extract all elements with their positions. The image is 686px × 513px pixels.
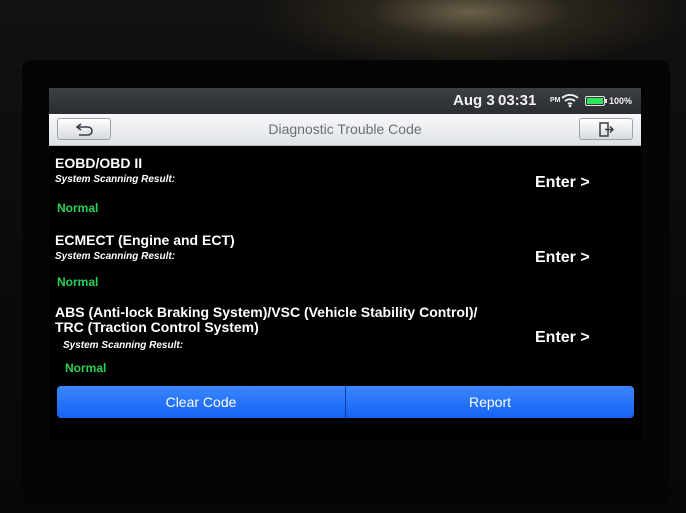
scan-status: Normal (57, 275, 99, 289)
system-name-line-1: ABS (Anti-lock Braking System)/VSC (Vehi… (55, 304, 478, 320)
result-row-abs: ABS (Anti-lock Braking System)/VSC (Vehi… (49, 292, 641, 386)
back-arrow-icon (75, 123, 93, 136)
scan-result-label: System Scanning Result: (55, 174, 176, 185)
system-name: ECMECT (Engine and ECT) (55, 232, 235, 248)
action-bar: Clear Code Report (57, 386, 634, 418)
scan-status: Normal (57, 201, 99, 215)
result-row-ecmect: ECMECT (Engine and ECT) System Scanning … (49, 226, 641, 292)
system-name-line-2: TRC (Traction Control System) (55, 319, 259, 335)
scan-result-label: System Scanning Result: (55, 251, 176, 262)
status-date: Aug 3 (453, 92, 495, 109)
enter-button-abs[interactable]: Enter > (535, 329, 590, 347)
scan-status: Normal (65, 361, 107, 375)
battery-nub (605, 99, 607, 103)
page-title: Diagnostic Trouble Code (268, 121, 422, 137)
wifi-icon (561, 92, 579, 108)
system-name: EOBD/OBD II (55, 155, 143, 171)
battery-icon (585, 96, 605, 106)
battery-level: 100% (609, 96, 633, 106)
battery-fill (587, 98, 603, 104)
enter-button-eobd[interactable]: Enter > (535, 174, 590, 192)
clear-code-button[interactable]: Clear Code (57, 386, 346, 418)
exit-button[interactable] (579, 118, 633, 140)
status-bar: Aug 3 03:31 PM 100% (49, 88, 641, 114)
enter-button-ecmect[interactable]: Enter > (535, 249, 590, 267)
photo-background: Aug 3 03:31 PM 100% Diagnostic Trouble C… (0, 0, 686, 513)
system-name: ABS (Anti-lock Braking System)/VSC (Vehi… (55, 305, 477, 335)
exit-icon (599, 122, 615, 137)
report-button[interactable]: Report (346, 386, 634, 418)
title-bar: Diagnostic Trouble Code (49, 114, 641, 146)
result-row-eobd: EOBD/OBD II System Scanning Result: Norm… (49, 146, 641, 226)
scan-result-label: System Scanning Result: (63, 340, 184, 351)
status-time: 03:31 (498, 92, 537, 109)
status-ampm: PM (550, 97, 561, 104)
device-screen: Aug 3 03:31 PM 100% Diagnostic Trouble C… (49, 88, 641, 440)
back-button[interactable] (57, 118, 111, 140)
